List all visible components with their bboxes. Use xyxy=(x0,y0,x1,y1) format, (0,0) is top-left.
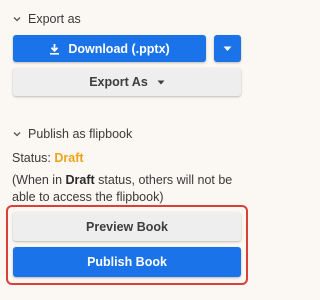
download-options-dropdown[interactable] xyxy=(214,35,241,62)
publish-book-label: Publish Book xyxy=(87,255,167,269)
chevron-down-icon xyxy=(13,17,21,22)
download-icon xyxy=(50,43,60,55)
export-as-button[interactable]: Export As xyxy=(13,68,241,96)
download-button-label: Download (.pptx) xyxy=(68,41,170,56)
caret-down-icon xyxy=(223,46,232,51)
note-prefix: (When in xyxy=(12,173,66,187)
status-line: Status: Draft xyxy=(12,151,84,165)
publish-book-button[interactable]: Publish Book xyxy=(13,247,241,277)
status-label: Status: xyxy=(12,151,51,165)
export-as-button-label: Export As xyxy=(89,75,148,89)
export-section-title: Export as xyxy=(28,12,81,26)
export-section-header[interactable]: Export as xyxy=(12,12,81,26)
status-badge: Draft xyxy=(54,151,84,165)
download-button[interactable]: Download (.pptx) xyxy=(13,35,206,62)
flipbook-section-header[interactable]: Publish as flipbook xyxy=(12,127,132,141)
preview-book-label: Preview Book xyxy=(86,219,168,234)
sidebar-panel: Export as Download (.pptx) Export As Pub… xyxy=(0,0,254,300)
caret-down-icon xyxy=(157,80,165,84)
flipbook-section-title: Publish as flipbook xyxy=(28,127,133,141)
preview-book-button[interactable]: Preview Book xyxy=(13,212,241,241)
chevron-down-icon xyxy=(13,132,21,137)
note-draft-emphasis: Draft xyxy=(65,173,95,187)
draft-status-note: (When in Draft status, others will not b… xyxy=(12,172,248,206)
